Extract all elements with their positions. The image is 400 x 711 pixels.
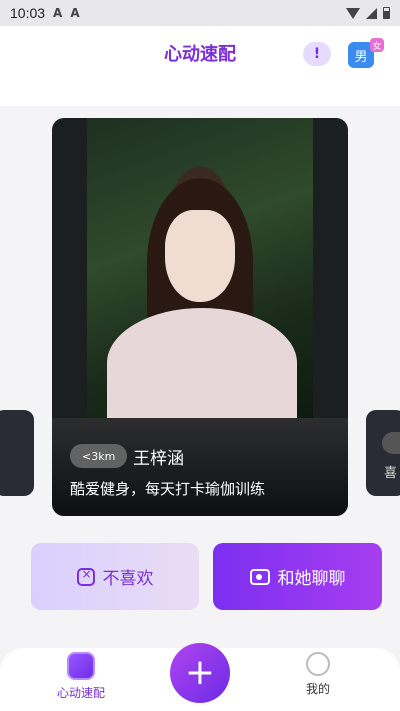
dislike-icon <box>76 567 95 586</box>
page-title: 心动速配 <box>164 44 236 65</box>
status-right <box>346 7 390 19</box>
chat-button[interactable]: 和她聊聊 <box>213 543 382 610</box>
report-button[interactable]: ! <box>303 42 331 66</box>
female-icon: 女 <box>370 38 384 52</box>
profile-bio: 酷爱健身，每天打卡瑜伽训练 <box>70 480 266 498</box>
status-bar: 10:03 A A <box>0 0 400 26</box>
profile-name: 王梓涵 <box>133 449 184 469</box>
profile-photo <box>87 118 313 418</box>
profile-tab-icon <box>306 652 330 676</box>
profile-card[interactable]: <3km 王梓涵 酷爱健身，每天打卡瑜伽训练 <box>52 118 348 516</box>
chat-icon <box>249 568 270 585</box>
distance-pill <box>382 432 400 454</box>
alert-icon: ! <box>313 46 321 62</box>
next-card[interactable]: 喜 <box>366 410 400 496</box>
wifi-icon <box>346 7 360 19</box>
plus-icon: + <box>184 652 216 693</box>
dislike-label: 不喜欢 <box>102 569 154 589</box>
dislike-button[interactable]: 不喜欢 <box>31 543 199 610</box>
signal-icon <box>366 7 377 19</box>
chat-label: 和她聊聊 <box>277 569 346 589</box>
status-time: 10:03 <box>10 5 46 21</box>
header <box>0 26 400 106</box>
next-card-label: 喜 <box>384 466 398 481</box>
battery-icon <box>383 7 390 19</box>
tab-mine-label: 我的 <box>305 682 330 696</box>
gender-toggle-button[interactable]: 男 女 <box>348 38 384 70</box>
tab-match[interactable]: 心动速配 <box>36 652 126 701</box>
match-tab-icon <box>67 652 95 680</box>
previous-card[interactable] <box>0 410 34 496</box>
notification-icon: A <box>53 6 63 20</box>
photo-shirt <box>107 308 297 418</box>
distance-badge: <3km <box>70 444 128 468</box>
tab-match-label: 心动速配 <box>56 686 105 700</box>
tab-mine[interactable]: 我的 <box>273 652 363 697</box>
notification-icon: A <box>70 6 80 20</box>
photo-face <box>165 210 235 302</box>
add-button[interactable]: + <box>170 643 230 703</box>
